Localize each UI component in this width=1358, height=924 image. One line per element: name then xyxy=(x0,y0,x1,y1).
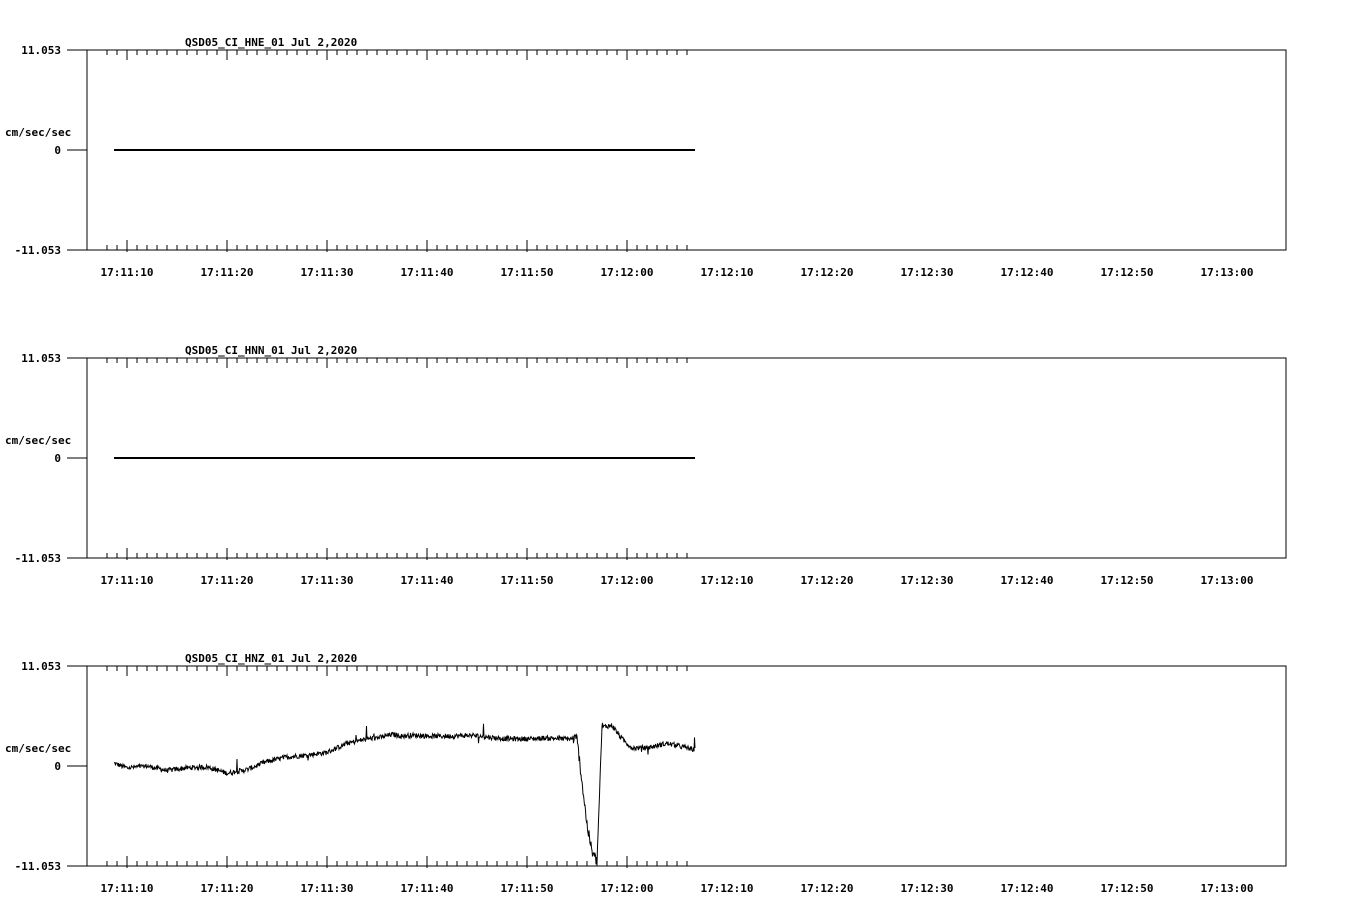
x-tick-label: 17:11:30 xyxy=(301,882,354,895)
x-tick-label: 17:11:40 xyxy=(401,266,454,279)
x-tick-label: 17:12:30 xyxy=(901,882,954,895)
plot-frame xyxy=(86,665,1287,867)
y-tick-label: -11.053 xyxy=(15,552,61,565)
y-axis-label: cm/sec/sec xyxy=(5,126,71,139)
x-tick-label: 17:11:40 xyxy=(401,574,454,587)
x-tick-label: 17:11:50 xyxy=(501,882,554,895)
x-tick-label: 17:13:00 xyxy=(1201,266,1254,279)
x-tick-label: 17:12:50 xyxy=(1101,574,1154,587)
chart-title: QSD05_CI_HNN_01 Jul 2,2020 xyxy=(185,344,357,357)
x-tick-label: 17:12:30 xyxy=(901,574,954,587)
x-tick-label: 17:11:10 xyxy=(101,266,154,279)
x-tick-label: 17:11:10 xyxy=(101,574,154,587)
x-tick-label: 17:12:10 xyxy=(701,574,754,587)
x-tick-label: 17:12:10 xyxy=(701,882,754,895)
x-tick-label: 17:11:20 xyxy=(201,882,254,895)
x-tick-label: 17:13:00 xyxy=(1201,574,1254,587)
y-tick-label: 11.053 xyxy=(21,660,61,673)
x-tick-label: 17:11:50 xyxy=(501,574,554,587)
seismogram-figure: QSD05_CI_HNE_01 Jul 2,2020 cm/sec/sec 11.0… xyxy=(5,36,1287,895)
x-tick-label: 17:12:20 xyxy=(801,266,854,279)
x-tick-label: 17:12:40 xyxy=(1001,574,1054,587)
y-tick-label: 0 xyxy=(54,144,61,157)
chart-title: QSD05_CI_HNZ_01 Jul 2,2020 xyxy=(185,652,357,665)
x-tick-label: 17:11:30 xyxy=(301,266,354,279)
x-tick-label: 17:12:00 xyxy=(601,574,654,587)
chart-title: QSD05_CI_HNE_01 Jul 2,2020 xyxy=(185,36,357,49)
x-tick-label: 17:12:40 xyxy=(1001,266,1054,279)
panel-3: QSD05_CI_HNZ_01 Jul 2,2020 cm/sec/sec 11.0… xyxy=(5,652,1287,895)
x-tick-label: 17:11:30 xyxy=(301,574,354,587)
y-tick-label: 11.053 xyxy=(21,352,61,365)
series-trace xyxy=(113,722,696,865)
x-tick-label: 17:12:30 xyxy=(901,266,954,279)
x-tick-label: 17:11:20 xyxy=(201,574,254,587)
x-tick-label: 17:12:40 xyxy=(1001,882,1054,895)
x-tick-label: 17:12:10 xyxy=(701,266,754,279)
y-axis-label: cm/sec/sec xyxy=(5,434,71,447)
x-tick-label: 17:12:20 xyxy=(801,882,854,895)
y-axis-label: cm/sec/sec xyxy=(5,742,71,755)
x-tick-label: 17:12:20 xyxy=(801,574,854,587)
y-tick-label: -11.053 xyxy=(15,860,61,873)
y-tick-label: 0 xyxy=(54,452,61,465)
y-tick-label: 11.053 xyxy=(21,44,61,57)
x-tick-label: 17:12:50 xyxy=(1101,882,1154,895)
x-tick-label: 17:11:50 xyxy=(501,266,554,279)
y-tick-label: -11.053 xyxy=(15,244,61,257)
x-tick-label: 17:12:00 xyxy=(601,266,654,279)
x-tick-label: 17:12:50 xyxy=(1101,266,1154,279)
x-tick-label: 17:11:10 xyxy=(101,882,154,895)
x-tick-label: 17:12:00 xyxy=(601,882,654,895)
y-tick-label: 0 xyxy=(54,760,61,773)
x-tick-label: 17:13:00 xyxy=(1201,882,1254,895)
x-tick-label: 17:11:20 xyxy=(201,266,254,279)
panel-2: QSD05_CI_HNN_01 Jul 2,2020 cm/sec/sec 11.0… xyxy=(5,344,1287,587)
panel-1: QSD05_CI_HNE_01 Jul 2,2020 cm/sec/sec 11.0… xyxy=(5,36,1287,279)
x-tick-label: 17:11:40 xyxy=(401,882,454,895)
